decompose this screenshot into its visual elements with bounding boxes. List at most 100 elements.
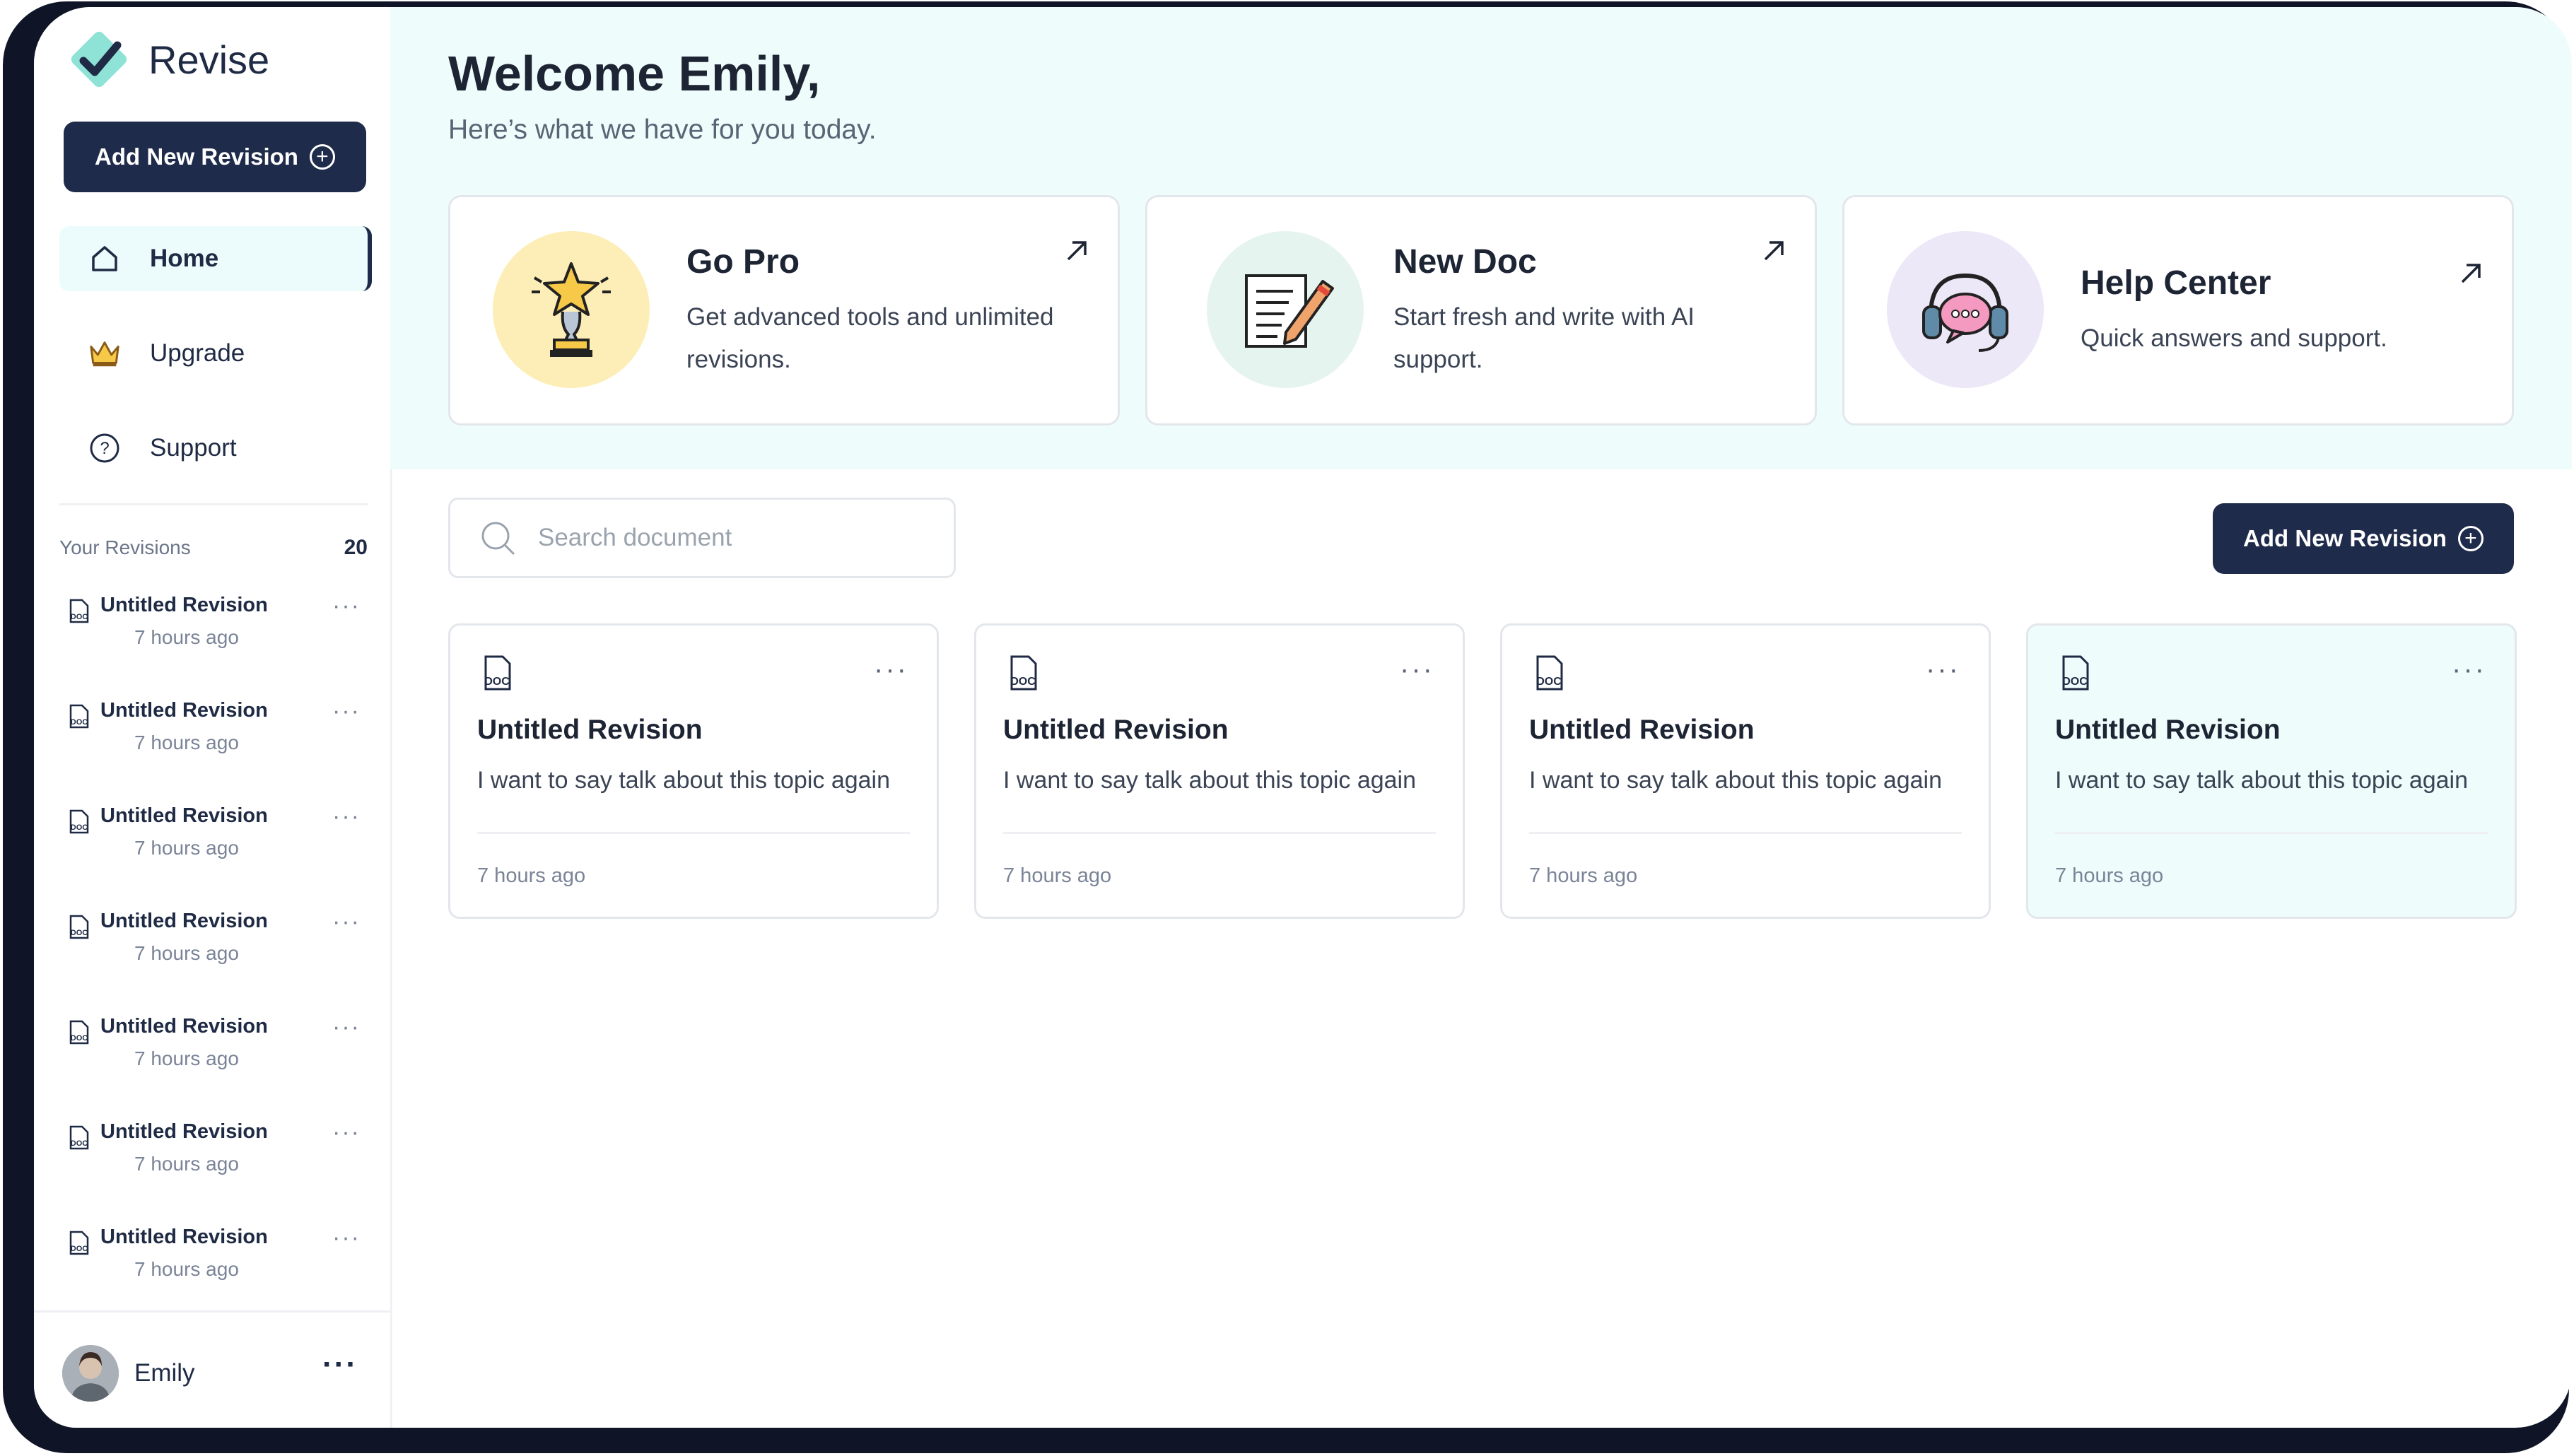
home-icon — [88, 242, 122, 276]
headset-icon — [1887, 231, 2044, 388]
app-logo[interactable]: Revise — [65, 23, 269, 96]
sidebar: Revise Add New Revision + Home Upgrade ?… — [34, 7, 392, 1428]
card-title: Go Pro — [686, 243, 800, 281]
page-title: Welcome Emily, — [448, 46, 821, 101]
svg-text:DOC: DOC — [71, 823, 88, 832]
arrow-up-right-icon — [1067, 241, 1087, 261]
help-center-card[interactable]: Help Center Quick answers and support. — [1842, 195, 2514, 425]
new-doc-card[interactable]: New Doc Start fresh and write with AI su… — [1145, 195, 1817, 425]
more-options-icon[interactable]: ··· — [332, 592, 361, 620]
revisions-header-label: Your Revisions — [59, 536, 191, 558]
revision-list-item[interactable]: DOC Untitled Revision 7 hours ago ··· — [65, 803, 376, 882]
svg-text:?: ? — [100, 439, 109, 458]
revision-time: 7 hours ago — [134, 837, 239, 859]
more-options-icon[interactable]: ··· — [2452, 654, 2486, 686]
page-subtitle: Here’s what we have for you today. — [448, 115, 877, 145]
revision-list-item[interactable]: DOC Untitled Revision 7 hours ago ··· — [65, 698, 376, 777]
card-description: Get advanced tools and unlimited revisio… — [686, 303, 1054, 373]
crown-icon — [88, 336, 122, 370]
revision-list-item[interactable]: DOC Untitled Revision 7 hours ago ··· — [65, 592, 376, 671]
more-options-icon[interactable]: ··· — [332, 1014, 361, 1041]
document-time: 7 hours ago — [2055, 864, 2164, 887]
svg-text:DOC: DOC — [71, 1245, 88, 1253]
more-options-icon[interactable]: ··· — [1926, 654, 1960, 686]
revision-time: 7 hours ago — [134, 626, 239, 648]
document-card[interactable]: DOC ··· Untitled Revision I want to say … — [974, 623, 1465, 919]
document-description: I want to say talk about this topic agai… — [477, 767, 891, 794]
help-icon: ? — [88, 431, 122, 465]
document-card[interactable]: DOC ··· Untitled Revision I want to say … — [1500, 623, 1991, 919]
document-title: Untitled Revision — [1003, 715, 1229, 745]
document-pencil-icon — [1207, 231, 1364, 388]
sidebar-item-label: Home — [150, 245, 219, 272]
search-field[interactable] — [448, 498, 956, 578]
card-title: New Doc — [1393, 243, 1537, 281]
revisions-header: Your Revisions 20 — [59, 536, 368, 560]
document-title: Untitled Revision — [2055, 715, 2281, 745]
more-options-icon[interactable]: ··· — [332, 908, 361, 936]
revision-title: Untitled Revision — [100, 1120, 268, 1143]
main-add-revision-button[interactable]: Add New Revision + — [2213, 503, 2514, 574]
document-description: I want to say talk about this topic agai… — [1529, 767, 1943, 794]
svg-text:DOC: DOC — [1536, 676, 1562, 688]
revision-title: Untitled Revision — [100, 1015, 268, 1038]
svg-text:DOC: DOC — [1010, 676, 1036, 688]
more-options-icon[interactable]: ··· — [1400, 654, 1434, 686]
more-options-icon[interactable]: ··· — [874, 654, 908, 686]
hero-section: Welcome Emily, Here’s what we have for y… — [390, 7, 2572, 469]
revision-time: 7 hours ago — [134, 732, 239, 753]
revision-title: Untitled Revision — [100, 699, 268, 722]
revisions-count-badge: 20 — [344, 536, 368, 559]
add-revision-label: Add New Revision — [95, 143, 298, 170]
document-description: I want to say talk about this topic agai… — [1003, 767, 1417, 794]
user-more-options-icon[interactable]: ··· — [322, 1347, 358, 1382]
revision-title: Untitled Revision — [100, 1226, 268, 1248]
more-options-icon[interactable]: ··· — [332, 1224, 361, 1252]
doc-file-icon: DOC — [2062, 655, 2089, 691]
card-description: Quick answers and support. — [2081, 324, 2387, 352]
device-frame: Revise Add New Revision + Home Upgrade ?… — [3, 1, 2572, 1453]
sidebar-item-label: Support — [150, 434, 237, 462]
svg-text:DOC: DOC — [71, 1139, 88, 1148]
doc-file-icon: DOC — [484, 655, 511, 691]
more-options-icon[interactable]: ··· — [332, 803, 361, 830]
doc-file-icon: DOC — [69, 1020, 89, 1045]
search-icon — [481, 522, 515, 556]
sidebar-footer-divider — [34, 1310, 390, 1313]
sidebar-item-support[interactable]: ? Support — [59, 416, 368, 481]
doc-file-icon: DOC — [69, 809, 89, 834]
doc-file-icon: DOC — [69, 1125, 89, 1150]
plus-circle-icon: + — [2457, 526, 2484, 551]
app-screen: Revise Add New Revision + Home Upgrade ?… — [34, 7, 2572, 1428]
revision-list-item[interactable]: DOC Untitled Revision 7 hours ago ··· — [65, 908, 376, 987]
revision-list-item[interactable]: DOC Untitled Revision 7 hours ago ··· — [65, 1224, 376, 1303]
card-divider — [1003, 832, 1436, 834]
svg-text:DOC: DOC — [71, 1034, 88, 1043]
svg-text:DOC: DOC — [2062, 676, 2088, 688]
sidebar-item-home[interactable]: Home — [59, 226, 372, 291]
sidebar-item-upgrade[interactable]: Upgrade — [59, 321, 368, 386]
document-card[interactable]: DOC ··· Untitled Revision I want to say … — [2026, 623, 2517, 919]
doc-file-icon: DOC — [69, 915, 89, 939]
svg-text:DOC: DOC — [484, 676, 510, 688]
plus-circle-icon: + — [309, 144, 335, 170]
user-name: Emily — [134, 1359, 195, 1387]
trophy-icon — [493, 231, 650, 388]
more-options-icon[interactable]: ··· — [332, 1119, 361, 1146]
go-pro-card[interactable]: Go Pro Get advanced tools and unlimited … — [448, 195, 1120, 425]
revision-title: Untitled Revision — [100, 910, 268, 932]
app-name: Revise — [148, 37, 270, 82]
card-divider — [1529, 832, 1962, 834]
search-input[interactable] — [537, 523, 935, 553]
more-options-icon[interactable]: ··· — [332, 698, 361, 725]
avatar — [62, 1345, 119, 1402]
revision-list-item[interactable]: DOC Untitled Revision 7 hours ago ··· — [65, 1119, 376, 1198]
document-card[interactable]: DOC ··· Untitled Revision I want to say … — [448, 623, 939, 919]
sidebar-add-revision-button[interactable]: Add New Revision + — [64, 122, 366, 192]
user-profile[interactable]: Emily ··· — [62, 1341, 373, 1405]
doc-file-icon: DOC — [1010, 655, 1037, 691]
revision-list-item[interactable]: DOC Untitled Revision 7 hours ago ··· — [65, 1014, 376, 1093]
arrow-up-right-icon — [2461, 264, 2481, 283]
card-title: Help Center — [2081, 264, 2271, 302]
revision-time: 7 hours ago — [134, 1258, 239, 1280]
